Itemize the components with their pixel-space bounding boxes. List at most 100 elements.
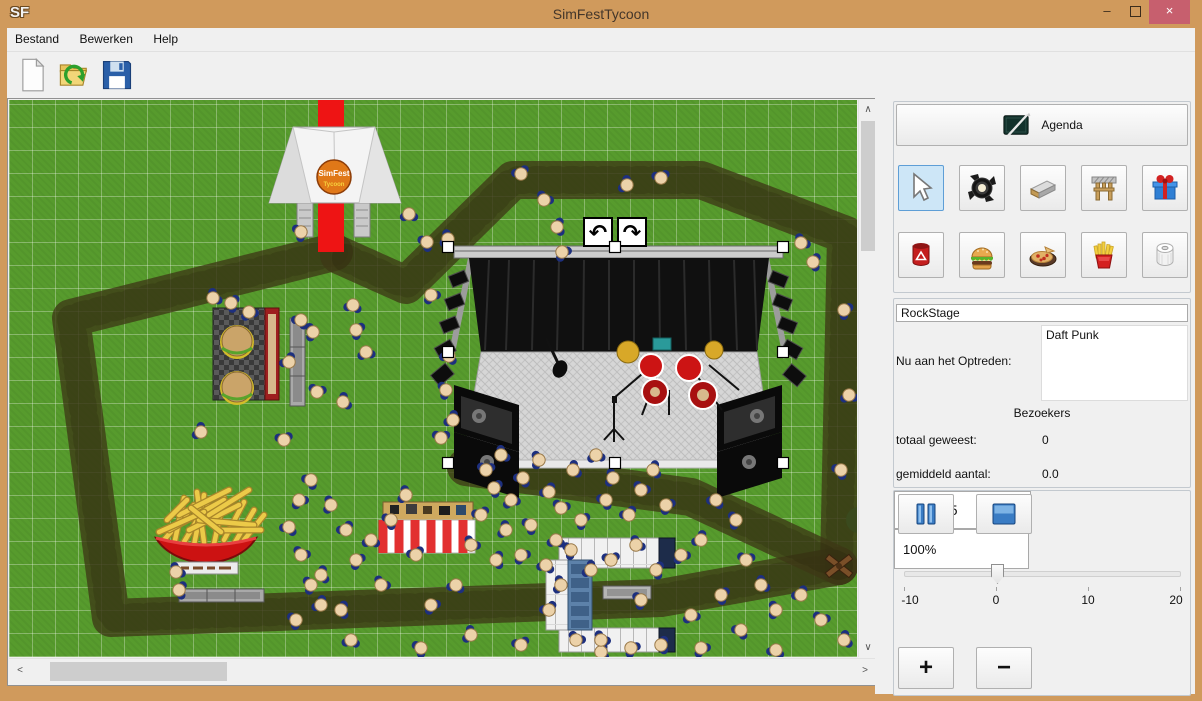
stop-button[interactable] xyxy=(976,494,1032,534)
visitor-sprite xyxy=(323,495,339,515)
visitor-sprite xyxy=(806,252,821,272)
tool-cursor[interactable] xyxy=(898,165,944,211)
visitor-sprite xyxy=(290,545,312,565)
visitor-sprite xyxy=(571,509,592,532)
selection-handle[interactable] xyxy=(610,242,621,253)
window-border-left xyxy=(0,28,7,701)
visitors-header: Bezoekers xyxy=(894,406,1190,420)
visitor-sprite xyxy=(274,432,294,448)
visitor-sprite xyxy=(765,641,787,657)
scroll-right-arrow[interactable]: > xyxy=(858,665,872,676)
save-icon xyxy=(99,57,135,93)
slider-track[interactable] xyxy=(904,571,1181,577)
visitor-sprite xyxy=(362,533,381,547)
average-visitors-label: gemiddeld aantal: xyxy=(896,467,991,481)
menu-bar: Bestand Bewerken Help xyxy=(7,28,1195,52)
horizontal-scroll-thumb[interactable] xyxy=(50,662,227,681)
visitor-sprite xyxy=(689,528,711,551)
visitor-sprite xyxy=(400,208,418,221)
pause-button[interactable] xyxy=(898,494,954,534)
visitor-sprite xyxy=(810,611,831,629)
visitor-sprite xyxy=(307,383,328,400)
visitor-sprite xyxy=(432,431,451,445)
now-performing-label: Nu aan het Optreden: xyxy=(896,354,1011,368)
fries-stand[interactable] xyxy=(156,490,264,574)
selection-handle[interactable] xyxy=(778,347,789,358)
slider-thumb[interactable] xyxy=(991,564,1004,584)
spotlight-icon xyxy=(966,172,998,204)
visitor-sprite xyxy=(288,490,311,511)
selection-handle[interactable] xyxy=(443,458,454,469)
menu-bewerken[interactable]: Bewerken xyxy=(72,28,141,46)
visitor-sprite xyxy=(334,519,357,540)
zoom-in-button[interactable]: + xyxy=(898,647,954,689)
visitor-sprite xyxy=(345,549,367,572)
selection-handle[interactable] xyxy=(610,458,621,469)
maximize-icon xyxy=(1130,6,1141,17)
visitor-sprite xyxy=(299,469,322,491)
selection-handle[interactable] xyxy=(778,458,789,469)
festival-map-canvas[interactable]: SimFest Tycoon xyxy=(9,100,857,657)
controls-groupbox: 14:38:25 -10 0 10 20 + − 100% xyxy=(893,490,1191,696)
tool-spotlight[interactable] xyxy=(959,165,1005,211)
maximize-button[interactable] xyxy=(1121,0,1149,24)
close-button[interactable]: × xyxy=(1149,0,1190,24)
rotate-ccw-button[interactable]: ↶ xyxy=(584,218,612,246)
map-frame: SimFest Tycoon xyxy=(7,98,877,686)
burger-stand[interactable] xyxy=(213,308,279,405)
path-tile-icon xyxy=(1027,172,1059,204)
visitor-sprite xyxy=(333,391,353,413)
selection-handle[interactable] xyxy=(443,242,454,253)
vertical-scroll-thumb[interactable] xyxy=(861,121,875,251)
visitor-sprite xyxy=(520,514,541,537)
tent-logo: SimFest Tycoon xyxy=(317,160,351,194)
visitor-sprite xyxy=(835,629,854,651)
visitor-sprite xyxy=(729,620,752,642)
visitor-sprite xyxy=(490,551,504,570)
save-button[interactable] xyxy=(99,57,135,93)
stage-name-input[interactable] xyxy=(896,304,1188,322)
tool-toilet-paper[interactable] xyxy=(1142,232,1188,278)
open-file-icon xyxy=(57,57,93,93)
stage-info-groupbox: Daft Punk Nu aan het Optreden: Bezoekers… xyxy=(893,298,1191,488)
visitor-sprite xyxy=(510,636,531,654)
slider-label-ten: 10 xyxy=(1081,593,1094,607)
title-bar: SF SimFestTycoon – × xyxy=(0,0,1202,28)
menu-bestand[interactable]: Bestand xyxy=(7,28,67,46)
tool-burger[interactable] xyxy=(959,232,1005,278)
zoom-out-button[interactable]: − xyxy=(976,647,1032,689)
pause-icon xyxy=(913,502,939,526)
visitor-sprite xyxy=(278,518,300,538)
tool-trash-can[interactable] xyxy=(898,232,944,278)
minimize-button[interactable]: – xyxy=(1093,0,1121,24)
tool-fries[interactable] xyxy=(1081,232,1127,278)
rotate-cw-icon: ↷ xyxy=(623,221,642,246)
visitor-sprite xyxy=(356,344,376,360)
selection-handle[interactable] xyxy=(443,347,454,358)
svg-text:SimFest: SimFest xyxy=(318,169,349,178)
tool-pizza[interactable] xyxy=(1020,232,1066,278)
tool-scaffold[interactable] xyxy=(1081,165,1127,211)
visitor-sprite xyxy=(550,217,565,236)
tool-gift[interactable] xyxy=(1142,165,1188,211)
svg-text:Tycoon: Tycoon xyxy=(324,182,345,188)
scroll-left-arrow[interactable]: < xyxy=(13,665,27,676)
open-file-button[interactable] xyxy=(57,57,93,93)
rotate-ccw-icon: ↶ xyxy=(589,221,607,246)
rotate-cw-button[interactable]: ↷ xyxy=(618,218,646,246)
window-title: SimFestTycoon xyxy=(0,6,1202,22)
now-performing-value: Daft Punk xyxy=(1041,325,1188,401)
agenda-button[interactable]: Agenda xyxy=(896,104,1188,146)
total-visitors-value: 0 xyxy=(1042,433,1049,447)
selection-handle[interactable] xyxy=(778,242,789,253)
total-visitors-label: totaal geweest: xyxy=(896,433,977,447)
bench-horizontal[interactable] xyxy=(179,589,264,602)
new-file-button[interactable] xyxy=(15,57,51,93)
speed-slider[interactable]: -10 0 10 20 xyxy=(904,563,1181,603)
visitor-sprite xyxy=(343,297,364,314)
burger-icon xyxy=(966,239,998,271)
menu-help[interactable]: Help xyxy=(145,28,186,46)
tools-groupbox: Agenda xyxy=(893,101,1191,293)
tool-path-tile[interactable] xyxy=(1020,165,1066,211)
horizontal-scrollbar[interactable]: < > xyxy=(9,658,876,684)
